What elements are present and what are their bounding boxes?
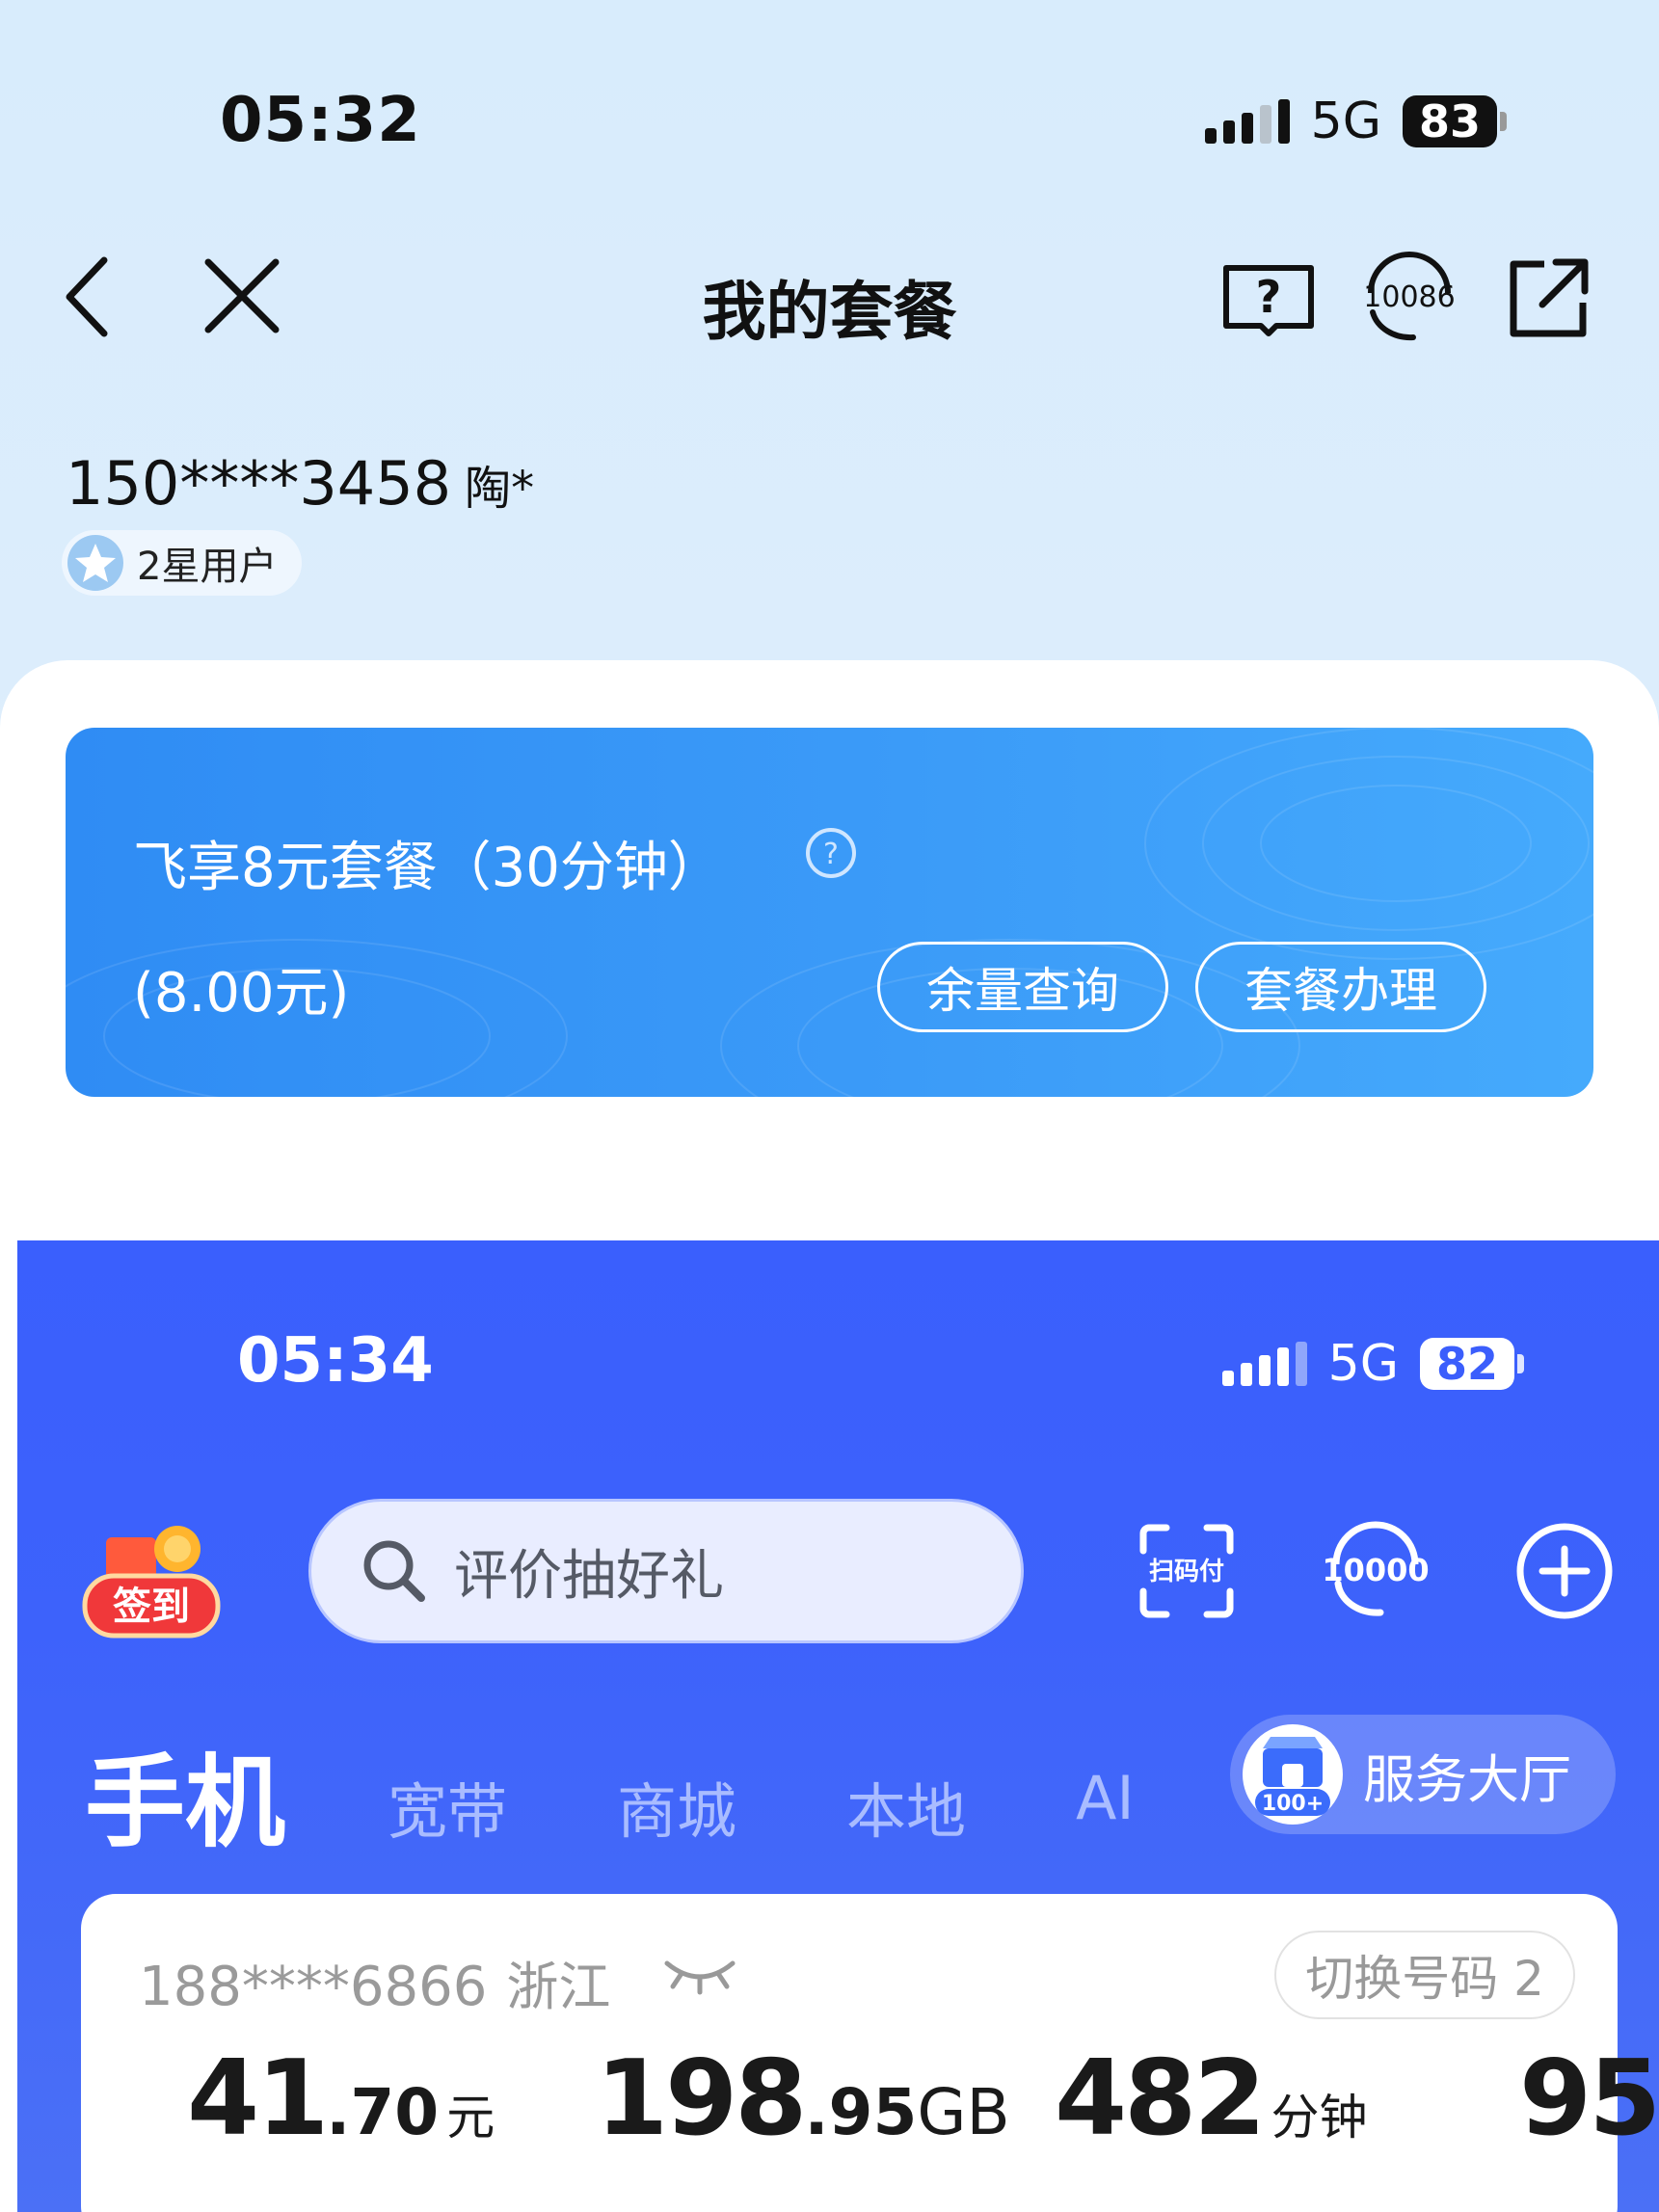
user-level-badge[interactable]: 2星用户: [62, 530, 303, 596]
tab-phone[interactable]: 手机: [85, 1720, 285, 1866]
tab-broadband[interactable]: 宽带: [388, 1763, 507, 1850]
stat-balance-dec: .70: [326, 2075, 440, 2149]
network-label: 5G: [1310, 93, 1381, 150]
battery-level: 83: [1403, 95, 1497, 147]
sign-in-button[interactable]: 签到: [77, 1520, 241, 1645]
store-icon: 100+: [1243, 1724, 1343, 1825]
stat-balance-unit: 元: [446, 2090, 495, 2145]
headset-10000-icon[interactable]: 10000: [1322, 1520, 1430, 1626]
search-bar[interactable]: 评价抽好礼: [308, 1499, 1024, 1643]
stat-other[interactable]: 95: [1519, 2039, 1659, 2159]
plus-circle-icon[interactable]: [1513, 1520, 1616, 1626]
service-hall-label: 服务大厅: [1363, 1748, 1571, 1810]
hotline-label: 10000: [1323, 1552, 1429, 1588]
svg-text:10086: 10086: [1363, 280, 1455, 314]
screen-my-plan: 05:32 5G 83 我的套餐 ? 10086 150****3458 陶* …: [0, 0, 1659, 1108]
account-phone-line: 188****6866 浙江: [139, 1944, 610, 2020]
stat-balance[interactable]: 41.70 元: [187, 2039, 495, 2159]
hall-badge: 100+: [1262, 1792, 1324, 1816]
tab-ai[interactable]: AI: [1076, 1763, 1135, 1833]
question-circle-icon[interactable]: ?: [804, 826, 858, 884]
plan-price: (8.00元): [133, 962, 350, 1025]
share-icon[interactable]: [1506, 249, 1592, 349]
user-phone: 150****3458: [66, 448, 452, 519]
battery-icon: 82: [1420, 1338, 1524, 1390]
user-phone-line: 150****3458 陶*: [66, 448, 534, 519]
account-phone: 188****6866: [139, 1956, 488, 2018]
user-name: 陶*: [465, 462, 535, 516]
card-pattern: [66, 728, 1593, 1097]
nav-bar: 我的套餐 ? 10086: [0, 241, 1659, 349]
stat-data-int: 198: [596, 2039, 807, 2159]
battery-icon: 83: [1403, 95, 1507, 147]
signal-icon: [1204, 99, 1290, 144]
plan-card: 飞享8元套餐（30分钟） ? (8.00元) 余量查询 套餐办理: [66, 728, 1593, 1097]
tab-local[interactable]: 本地: [846, 1763, 966, 1850]
stat-balance-int: 41: [187, 2039, 329, 2159]
scan-pay-icon[interactable]: 扫码付: [1136, 1520, 1238, 1626]
svg-text:?: ?: [1256, 271, 1282, 323]
stat-other-int: 95: [1519, 2039, 1659, 2159]
search-placeholder: 评价抽好礼: [454, 1544, 724, 1608]
battery-level: 82: [1420, 1338, 1514, 1390]
status-time: 05:34: [237, 1325, 434, 1397]
sign-in-label: 签到: [113, 1585, 190, 1629]
help-book-icon[interactable]: ?: [1220, 249, 1317, 349]
account-province: 浙江: [506, 1957, 611, 2017]
gift-icon: 签到: [82, 1526, 221, 1639]
network-label: 5G: [1327, 1335, 1399, 1393]
scan-pay-label: 扫码付: [1149, 1558, 1224, 1586]
service-hall-button[interactable]: 100+ 服务大厅: [1230, 1715, 1616, 1834]
stat-data-unit: GB: [917, 2075, 1010, 2149]
headset-10086-icon[interactable]: 10086: [1359, 249, 1459, 349]
status-time: 05:32: [220, 85, 421, 156]
stat-data-dec: .95: [804, 2075, 918, 2149]
plan-manage-button[interactable]: 套餐办理: [1195, 942, 1486, 1032]
stat-voice-unit: 分钟: [1271, 2090, 1368, 2145]
account-card: 188****6866 浙江 切换号码 2 41.70 元 198.95GB 482…: [81, 1894, 1659, 2212]
stat-voice[interactable]: 482 分钟: [1055, 2039, 1367, 2159]
balance-query-button[interactable]: 余量查询: [877, 942, 1168, 1032]
search-icon: [363, 1540, 425, 1602]
stat-voice-int: 482: [1055, 2039, 1266, 2159]
signal-icon: [1221, 1342, 1307, 1386]
user-level-label: 2星用户: [137, 545, 278, 589]
star-badge-icon: [67, 535, 123, 591]
switch-number-button[interactable]: 切换号码 2: [1274, 1931, 1575, 2019]
plan-name: 飞享8元套餐（30分钟）: [133, 837, 722, 899]
svg-text:?: ?: [823, 838, 839, 871]
stat-data[interactable]: 198.95GB: [596, 2039, 1010, 2159]
status-bar-right: 5G 82: [1221, 1335, 1524, 1393]
tab-mall[interactable]: 商城: [617, 1763, 736, 1850]
screen-home: 05:34 5G 82 签到 评价抽好礼 扫码付 10000 手机 宽带 商城 …: [17, 1240, 1659, 2212]
status-bar-right: 5G 83: [1204, 93, 1507, 150]
eye-closed-icon[interactable]: [661, 1950, 738, 2002]
